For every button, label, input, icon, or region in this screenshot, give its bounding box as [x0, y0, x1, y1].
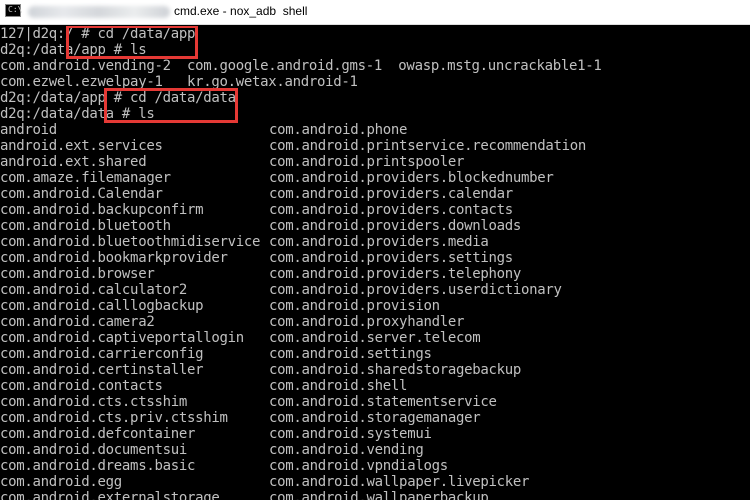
- listing-item: com.android.documentsui: [0, 442, 187, 458]
- listing-item: com.android.bluetoothmidiservice: [0, 234, 261, 250]
- redacted-path: [28, 6, 170, 18]
- listing-item: com.android.settings: [269, 346, 432, 362]
- listing-item: com.android.providers.calendar: [269, 186, 513, 202]
- listing-item: android: [0, 122, 57, 138]
- listing-item: com.amaze.filemanager: [0, 170, 171, 186]
- listing-item: com.android.bookmarkprovider: [0, 250, 228, 266]
- listing-item: com.android.Calendar: [0, 186, 163, 202]
- cmd-icon[interactable]: C:\: [5, 4, 23, 17]
- listing-item: com.android.externalstorage: [0, 490, 220, 500]
- listing-item: com.android.sharedstoragebackup: [269, 362, 521, 378]
- listing-item: com.android.printspooler: [269, 154, 465, 170]
- listing-item: com.android.defcontainer: [0, 426, 196, 442]
- listing-item: com.android.bluetooth: [0, 218, 171, 234]
- listing-item: com.android.providers.userdictionary: [269, 282, 562, 298]
- listing-item: com.android.shell: [269, 378, 408, 394]
- listing-item: android.ext.shared: [0, 154, 147, 170]
- terminal-output[interactable]: 127|d2q:/ # cd /data/app d2q:/data/app #…: [0, 26, 750, 500]
- listing-item: com.android.carrierconfig: [0, 346, 204, 362]
- listing-item: com.android.providers.contacts: [269, 202, 513, 218]
- listing-item: com.android.phone: [269, 122, 408, 138]
- listing-item: com.android.browser: [0, 266, 155, 282]
- listing-item: com.android.certinstaller: [0, 362, 204, 378]
- listing-item: com.android.systemui: [269, 426, 432, 442]
- listing-item: com.android.provision: [269, 298, 440, 314]
- listing-item: com.android.egg: [0, 474, 122, 490]
- highlight-box-cd-app: [66, 26, 198, 59]
- window-titlebar: C:\ cmd.exe - nox_adb shell: [0, 0, 750, 25]
- listing-item: com.android.contacts: [0, 378, 163, 394]
- window-title: cmd.exe - nox_adb shell: [174, 4, 308, 18]
- listing-item: com.android.providers.settings: [269, 250, 513, 266]
- listing-item: com.android.vpndialogs: [269, 458, 448, 474]
- listing-item: com.android.cts.priv.ctsshim: [0, 410, 228, 426]
- listing-item: com.android.storagemanager: [269, 410, 481, 426]
- listing-item: com.android.calculator2: [0, 282, 187, 298]
- listing-item: com.android.providers.downloads: [269, 218, 521, 234]
- listing-item: com.android.cts.ctsshim: [0, 394, 187, 410]
- highlight-box-cd-data: [104, 88, 238, 123]
- listing-item: com.android.wallpaperbackup: [269, 490, 489, 500]
- listing-item: com.android.calllogbackup: [0, 298, 204, 314]
- listing-item: com.android.wallpaper.livepicker: [269, 474, 530, 490]
- listing-item: com.android.vending: [269, 442, 424, 458]
- listing-item: com.android.providers.telephony: [269, 266, 521, 282]
- listing-item: com.android.server.telecom: [269, 330, 481, 346]
- listing-item: com.android.dreams.basic: [0, 458, 196, 474]
- listing-item: com.android.proxyhandler: [269, 314, 465, 330]
- listing-item: com.android.camera2: [0, 314, 155, 330]
- listing-item: com.android.backupconfirm: [0, 202, 204, 218]
- listing-item: com.android.providers.blockednumber: [269, 170, 554, 186]
- terminal-line: com.android.vending-2 com.google.android…: [0, 58, 602, 74]
- listing-item: com.android.providers.media: [269, 234, 489, 250]
- cmd-icon-label: C:\: [8, 5, 23, 14]
- listing-item: android.ext.services: [0, 138, 163, 154]
- listing-item: com.android.printservice.recommendation: [269, 138, 587, 154]
- listing-item: com.android.captiveportallogin: [0, 330, 244, 346]
- listing-item: com.android.statementservice: [269, 394, 497, 410]
